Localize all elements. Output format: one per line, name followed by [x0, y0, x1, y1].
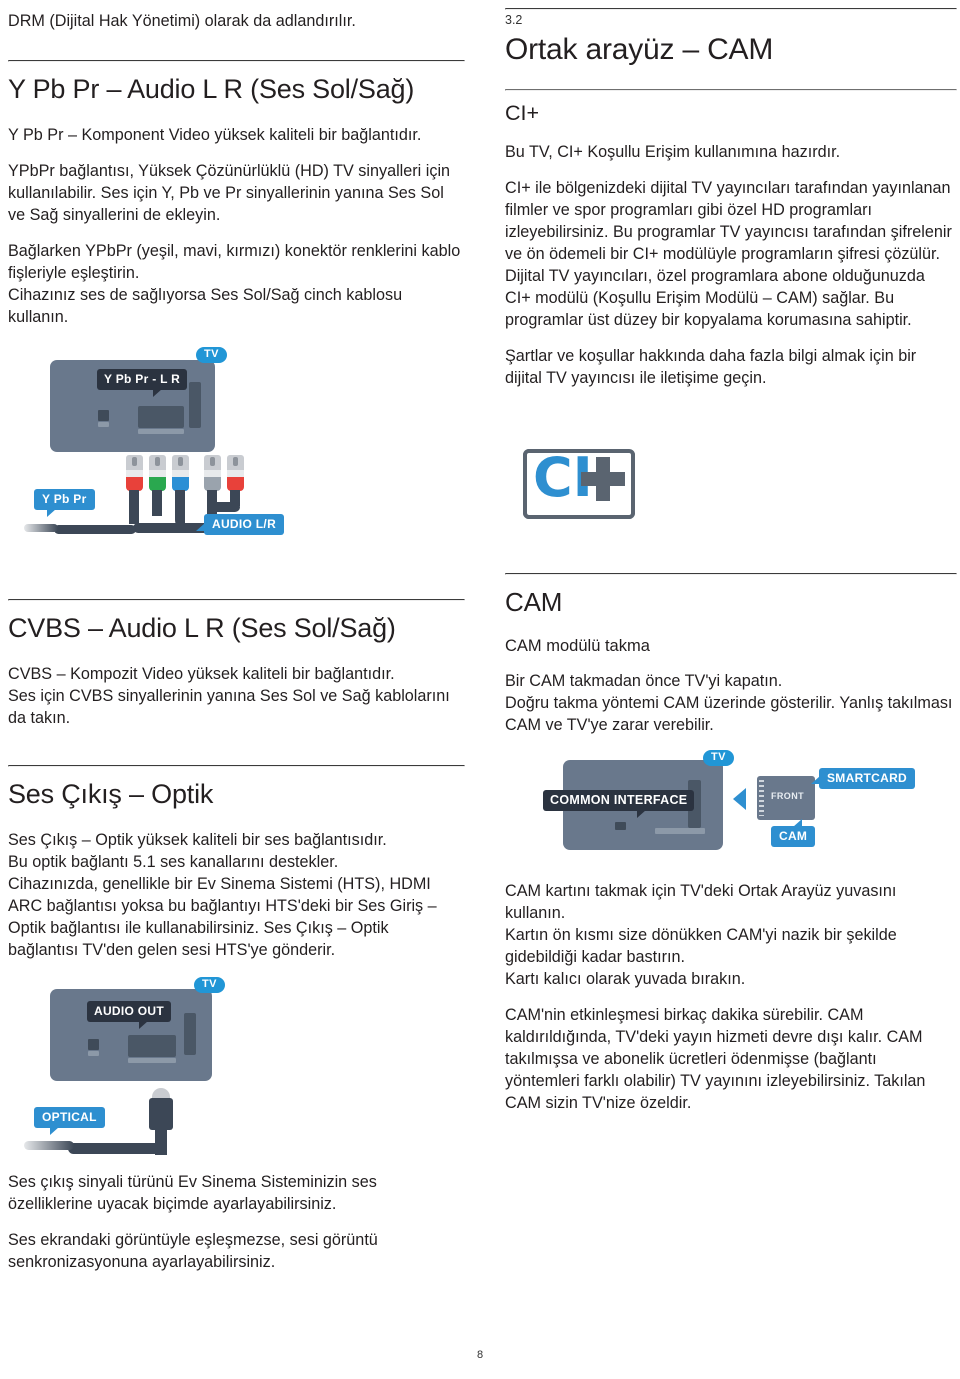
ciplus-paragraph-2: CI+ ile bölgenizdeki dijital TV yayıncıl…	[505, 178, 952, 264]
right-column: 3.2 Ortak arayüz – CAM CI+ Bu TV, CI+ Ko…	[505, 0, 957, 1128]
figure-ciplus-logo: CI	[505, 403, 955, 573]
cam-card-pins-icon	[759, 779, 764, 816]
cam-paragraph-1: Bir CAM takmadan önce TV'yi kapatın.	[505, 671, 783, 690]
ypbpr-paragraph-3: Bağlarken YPbPr (yeşil, mavi, kırmızı) k…	[8, 242, 461, 283]
cam-paragraph-5: Kartı kalıcı olarak yuvada bırakın.	[505, 969, 746, 988]
cam-paragraph-4: Kartın ön kısmı size dönükken CAM'yi naz…	[505, 925, 897, 966]
document-page: DRM (Dijital Hak Yönetimi) olarak da adl…	[0, 0, 960, 1379]
cvbs-paragraph-1: CVBS – Kompozit Video yüksek kaliteli bi…	[8, 665, 395, 683]
divider-cvbs	[8, 599, 465, 602]
divider-chapter	[505, 8, 957, 10]
cam-card-front-label: FRONT	[771, 790, 804, 801]
cable-pb-vertical	[152, 490, 162, 517]
ciplus-logo-plus-vertical	[596, 457, 610, 502]
cam-paragraph-6: CAM'nin etkinleşmesi birkaç dakika süreb…	[505, 1005, 926, 1112]
callout-port-ypbpr: Y Pb Pr - L R	[97, 369, 188, 398]
cable-y-vertical	[129, 490, 139, 525]
left-column: DRM (Dijital Hak Yönetimi) olarak da adl…	[8, 0, 465, 1287]
divider-cam	[505, 573, 957, 576]
optical-small-port-icon	[88, 1039, 99, 1051]
chapter-number: 3.2	[505, 13, 523, 27]
optical-cable-horizontal	[68, 1143, 164, 1155]
page-number: 8	[476, 1349, 484, 1361]
badge-tv-ypbpr: TV	[196, 347, 227, 364]
optik-paragraph-4: Ses çıkış sinyali türünü Ev Sinema Siste…	[8, 1173, 377, 1214]
figure-optical-connection: TV AUDIO OUT OPTICAL	[8, 975, 463, 1165]
figure-cam-insertion: TV COMMON INTERFACE FRONT SMARTCARD CAM	[505, 749, 955, 880]
small-port-shadow-icon	[98, 422, 109, 428]
cam-module-card: FRONT	[757, 775, 815, 820]
optical-small-port-shadow-icon	[88, 1051, 99, 1057]
heading-optik: Ses Çıkış – Optik	[8, 779, 214, 810]
divider-ciplus	[505, 89, 957, 92]
optik-paragraph-5: Ses ekrandaki görüntüyle eşleşmezse, ses…	[8, 1231, 378, 1272]
cable-fade	[24, 524, 58, 533]
small-port-icon	[98, 410, 109, 422]
spacer-before-cvbs	[8, 557, 463, 599]
divider-ypbpr	[8, 60, 465, 63]
optical-slot-icon	[128, 1035, 176, 1058]
callout-common-interface: COMMON INTERFACE	[543, 789, 695, 818]
heading-ciplus: CI+	[505, 101, 540, 126]
ypbpr-paragraph-1: Y Pb Pr – Komponent Video yüksek kalitel…	[8, 125, 422, 144]
cam-small-port-icon	[615, 821, 626, 830]
divider-optik	[8, 765, 465, 768]
chapter-title: Ortak arayüz – CAM	[505, 32, 774, 66]
ciplus-paragraph-1: Bu TV, CI+ Koşullu Erişim kullanımına ha…	[505, 142, 841, 161]
av-slot-icon	[138, 406, 184, 429]
cable-tail	[54, 525, 136, 535]
callout-cam: CAM	[771, 818, 816, 847]
badge-tv-cam: TV	[703, 749, 734, 766]
intro-paragraph: DRM (Dijital Hak Yönetimi) olarak da adl…	[8, 12, 356, 30]
callout-optical-cable: OPTICAL	[34, 1107, 105, 1136]
insert-direction-arrow-icon	[733, 787, 746, 810]
optical-slot-shadow-icon	[128, 1058, 176, 1064]
optik-paragraph-1: Ses Çıkış – Optik yüksek kaliteli bir se…	[8, 830, 387, 849]
callout-port-optical: AUDIO OUT	[87, 1001, 172, 1030]
optik-paragraph-3: Cihazınızda, genellikle bir Ev Sinema Si…	[8, 875, 437, 960]
cam-slot-shadow-icon	[655, 827, 705, 834]
optical-hdmi-slot-icon	[184, 1013, 196, 1056]
ypbpr-paragraph-4: Cihazınız ses de sağlıyorsa Ses Sol/Sağ …	[8, 286, 403, 327]
optical-plug-body-icon	[149, 1098, 173, 1131]
spacer-before-optik	[8, 743, 463, 765]
ciplus-paragraph-4: Şartlar ve koşullar hakkında daha fazla …	[505, 347, 917, 388]
cvbs-paragraph-2: Ses için CVBS sinyallerinin yanına Ses S…	[8, 687, 450, 728]
heading-cam: CAM	[505, 587, 563, 618]
callout-ypbpr-cable: Y Pb Pr	[34, 489, 95, 518]
cam-paragraph-3: CAM kartını takmak için TV'deki Ortak Ar…	[505, 881, 897, 922]
heading-ypbpr: Y Pb Pr – Audio L R (Ses Sol/Sağ)	[8, 74, 415, 105]
callout-audio-cable: AUDIO L/R	[195, 514, 285, 536]
figure-ypbpr-connection: TV Y Pb Pr - L R Y Pb Pr AUDIO L/R	[8, 342, 463, 557]
heading-cvbs: CVBS – Audio L R (Ses Sol/Sağ)	[8, 613, 396, 644]
ypbpr-paragraph-2: YPbPr bağlantısı, Yüksek Çözünürlüklü (H…	[8, 161, 451, 224]
ciplus-paragraph-3: Dijital TV yayıncıları, özel programlara…	[505, 267, 925, 330]
subheading-cam-install: CAM modülü takma	[505, 636, 650, 655]
optik-paragraph-2: Bu optik bağlantı 5.1 ses kanallarını de…	[8, 852, 339, 871]
optical-cable-fade	[24, 1141, 74, 1151]
cam-paragraph-2: Doğru takma yöntemi CAM üzerinde gösteri…	[505, 693, 953, 734]
callout-smartcard: SMARTCARD	[810, 767, 916, 789]
hdmi-slot-icon	[189, 382, 201, 429]
av-slot-shadow-icon	[138, 429, 184, 435]
badge-tv-optical: TV	[194, 977, 225, 994]
